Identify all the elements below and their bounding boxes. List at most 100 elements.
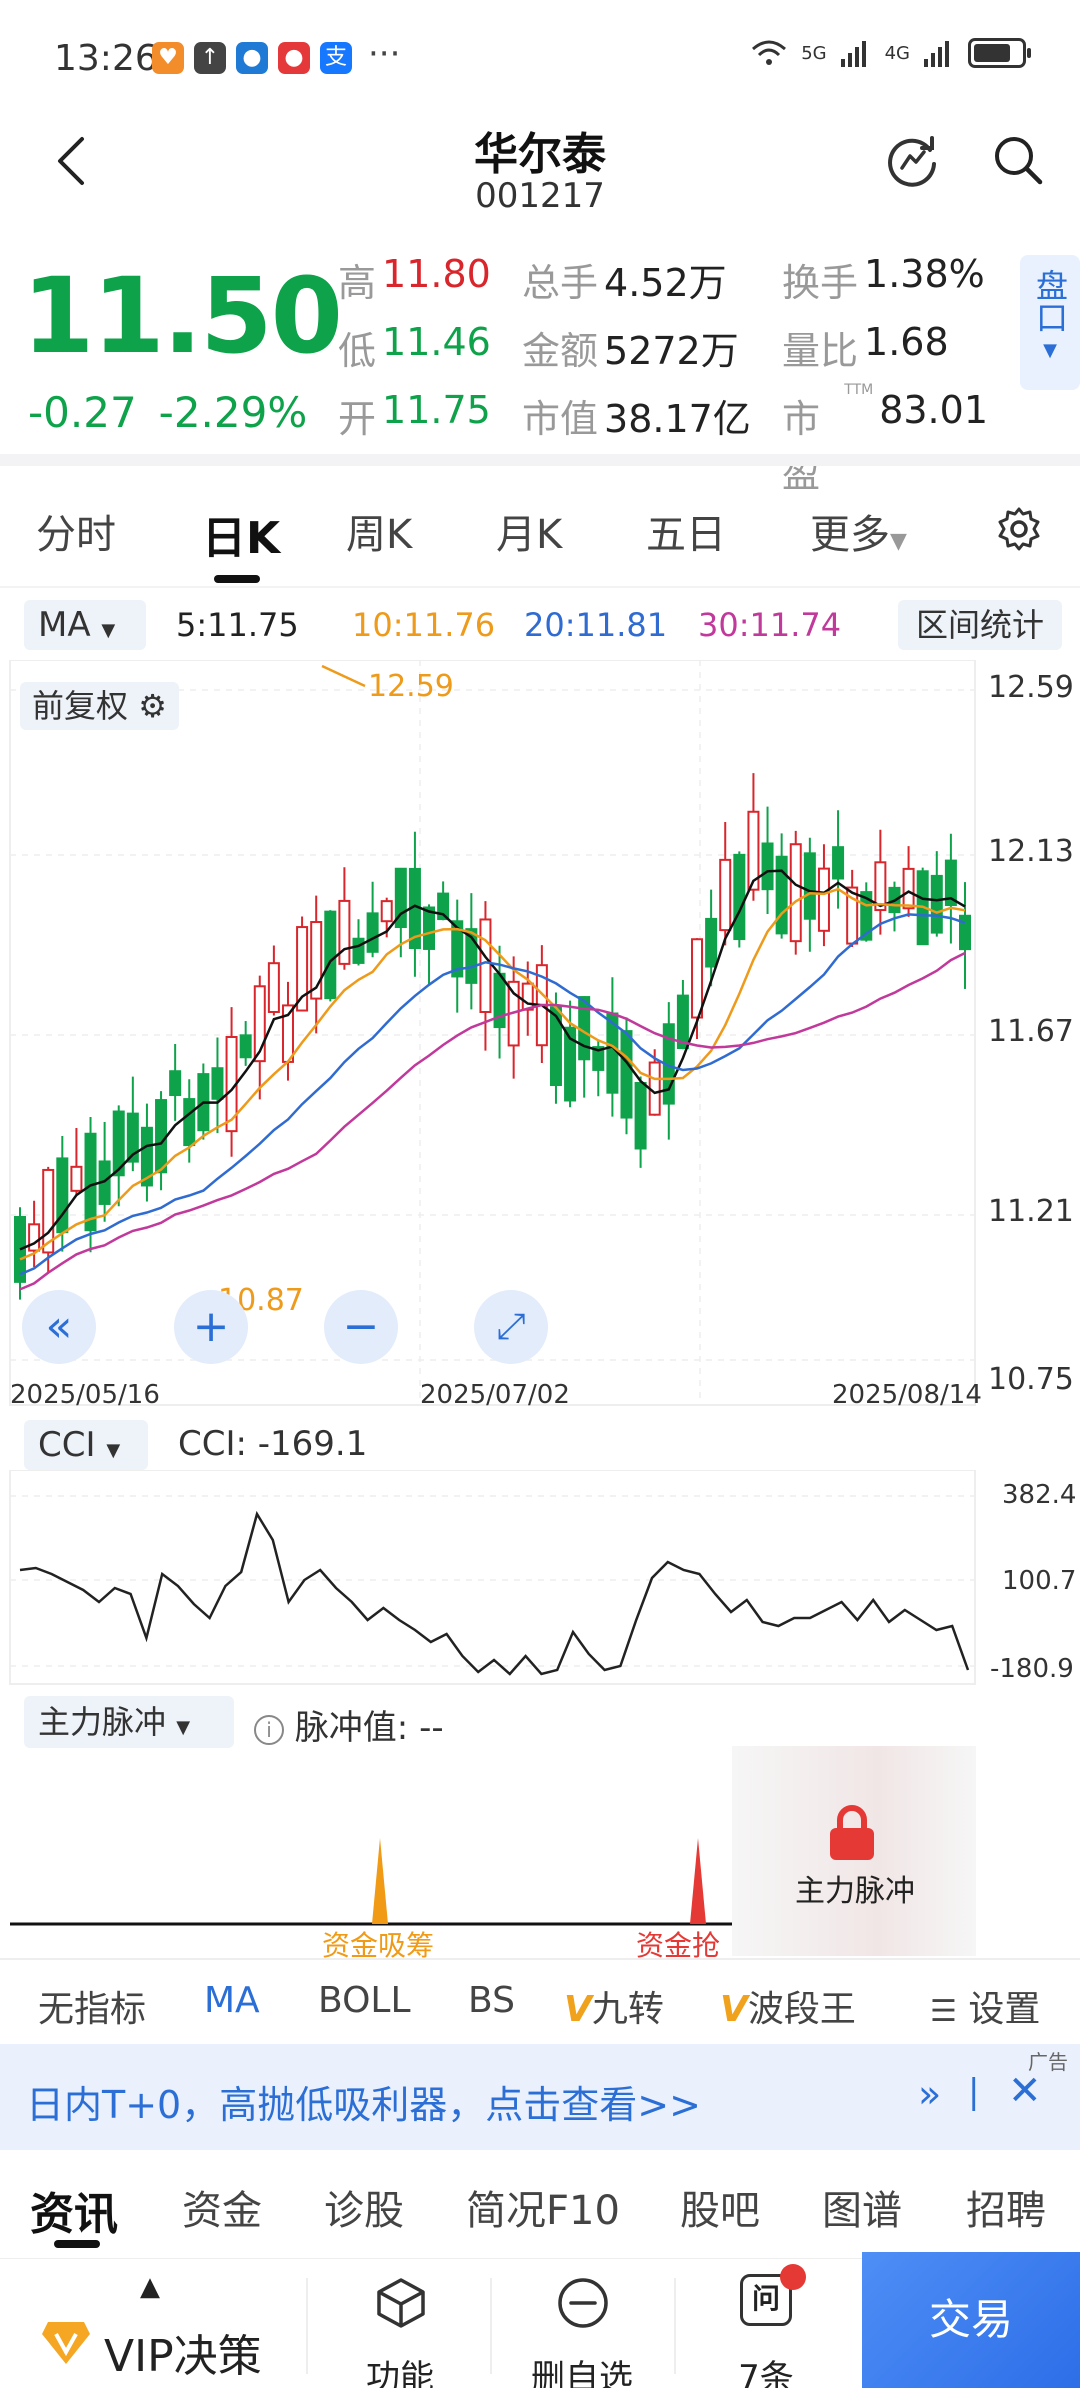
amount-label: 金额 <box>522 329 599 373</box>
zoom-out-button[interactable]: − <box>324 1290 398 1364</box>
tab-more[interactable]: 更多▼ <box>810 502 907 560</box>
candle-body <box>84 1132 97 1232</box>
high-value: 11.80 <box>382 252 491 296</box>
function-button[interactable]: 功能 <box>330 2350 470 2388</box>
section-divider <box>0 454 1080 466</box>
pankou-label: 盘口 <box>1031 269 1069 333</box>
tab-news[interactable]: 资讯 <box>30 2178 118 2242</box>
tab-jobs[interactable]: 招聘 <box>966 2178 1046 2236</box>
volume-label: 总手 <box>522 261 599 305</box>
cci-indicator-select[interactable]: CCI ▼ <box>24 1420 148 1470</box>
net-5g-label: 5G <box>801 42 827 64</box>
pe-value: 83.01 <box>879 388 988 432</box>
cci-chart[interactable] <box>0 1470 1080 1686</box>
tab-five-day[interactable]: 五日 <box>646 502 726 560</box>
tab-divider <box>0 586 1080 588</box>
expand-icon: ⤢ <box>496 1306 526 1347</box>
ma-select-label: MA <box>38 605 91 645</box>
cci-select-label: CCI <box>38 1425 96 1465</box>
gear-icon: ⚙ <box>138 687 167 725</box>
ask-button[interactable]: 7条 <box>696 2350 836 2388</box>
cci-line <box>19 1510 970 1676</box>
tab-diagnosis[interactable]: 诊股 <box>324 2178 404 2236</box>
fullscreen-button[interactable]: ⤢ <box>474 1290 548 1364</box>
candle-body <box>169 1070 182 1097</box>
adjust-label: 前复权 <box>32 687 129 725</box>
indicator-settings[interactable]: ☰ 设置 <box>930 1980 1040 2032</box>
trade-button[interactable]: 交易 <box>862 2252 1080 2388</box>
chart-settings-gear-icon[interactable] <box>996 506 1042 552</box>
tab-f10[interactable]: 简况F10 <box>466 2178 620 2236</box>
indicator-jiuzhuan[interactable]: V九转 <box>564 1980 664 2032</box>
pulse-select-label: 主力脉冲 <box>38 1703 167 1741</box>
chevron-up-icon[interactable]: ▲ <box>140 2272 160 2302</box>
chevron-down-icon: ▼ <box>106 1440 121 1461</box>
indicator-divider <box>0 1958 1080 1960</box>
candle-body <box>578 996 591 1061</box>
range-stats-button[interactable]: 区间统计 <box>898 600 1062 650</box>
status-time: 13:26 <box>54 38 158 79</box>
kline-chart[interactable]: 12.5910.87 <box>0 660 1080 1410</box>
low-value: 11.46 <box>382 320 491 364</box>
refresh-icon[interactable] <box>882 130 942 190</box>
tab-funds[interactable]: 资金 <box>182 2178 262 2236</box>
pulse-spike-buy <box>372 1838 388 1924</box>
indicator-boll[interactable]: BOLL <box>318 1980 411 2021</box>
indicator-bs[interactable]: BS <box>468 1980 515 2021</box>
indicator-boduan-label: 波段王 <box>747 1989 856 2030</box>
max-price-label: 12.59 <box>368 669 454 704</box>
tab-forum[interactable]: 股吧 <box>680 2178 760 2236</box>
candle-body <box>789 843 802 943</box>
candle-body <box>775 855 788 935</box>
price-change: -0.27 -2.29% <box>28 388 329 437</box>
pulse-spike-grab <box>690 1838 706 1924</box>
candle-body <box>902 867 915 910</box>
kline-grid <box>9 660 976 1406</box>
vip-diamond-icon <box>42 2322 90 2364</box>
candle-body <box>549 1006 562 1087</box>
tab-weekly-k[interactable]: 周K <box>346 502 412 560</box>
remove-watchlist-icon <box>558 2278 608 2328</box>
candle-body <box>479 918 492 1013</box>
x-tick-mid: 2025/07/02 <box>420 1380 570 1410</box>
banner-text[interactable]: 日内T+0，高抛低吸利器，点击查看>> <box>26 2074 701 2129</box>
status-bar: 13:26 ♥ ↑ ● ● 支 ··· 5G 4G <box>0 0 1080 115</box>
alipay-notification-icon: 支 <box>320 42 352 74</box>
change-percent: -2.29% <box>158 388 308 437</box>
double-chevron-right-icon[interactable]: » <box>918 2072 941 2116</box>
search-icon[interactable] <box>990 132 1046 188</box>
rewind-button[interactable]: « <box>22 1290 96 1364</box>
remove-watchlist-button[interactable]: 删自选 <box>512 2350 652 2388</box>
tab-monthly-k[interactable]: 月K <box>496 502 562 560</box>
ma-indicator-select[interactable]: MA ▼ <box>24 600 146 650</box>
pulse-indicator-select[interactable]: 主力脉冲 ▼ <box>24 1696 234 1748</box>
low-label: 低 <box>338 329 377 373</box>
zoom-in-button[interactable]: + <box>174 1290 248 1364</box>
banner-divider: | <box>968 2072 980 2112</box>
candle-body <box>239 1034 252 1059</box>
candle-body <box>28 1223 41 1252</box>
app-notification-icon-2: ● <box>236 42 268 74</box>
adjust-select[interactable]: 前复权 ⚙ <box>20 682 179 730</box>
wifi-icon <box>752 40 787 65</box>
indicator-boduan[interactable]: V波段王 <box>720 1980 856 2032</box>
indicator-ma[interactable]: MA <box>204 1980 260 2021</box>
candle-body <box>803 852 816 920</box>
notification-dot-icon <box>780 2264 806 2290</box>
pankou-button[interactable]: 盘口 ▼ <box>1020 255 1080 390</box>
tab-daily-k[interactable]: 日K <box>202 502 280 566</box>
candle-body <box>423 906 436 950</box>
tab-intraday[interactable]: 分时 <box>36 502 116 560</box>
y-tick-3: 11.67 <box>988 1014 1074 1049</box>
max-marker-line <box>321 664 366 688</box>
vip-decision-button[interactable]: VIP决策 <box>104 2320 262 2384</box>
app-notification-icon: ♥ <box>152 42 184 74</box>
ma20-value: 20:11.81 <box>524 606 668 644</box>
bottom-divider <box>306 2278 308 2374</box>
tab-graph[interactable]: 图谱 <box>822 2178 902 2236</box>
battery-icon <box>968 38 1031 68</box>
open-label: 开 <box>338 397 377 441</box>
candle-body <box>380 900 393 923</box>
indicator-none[interactable]: 无指标 <box>38 1980 146 2032</box>
y-tick-4: 11.21 <box>988 1194 1074 1229</box>
